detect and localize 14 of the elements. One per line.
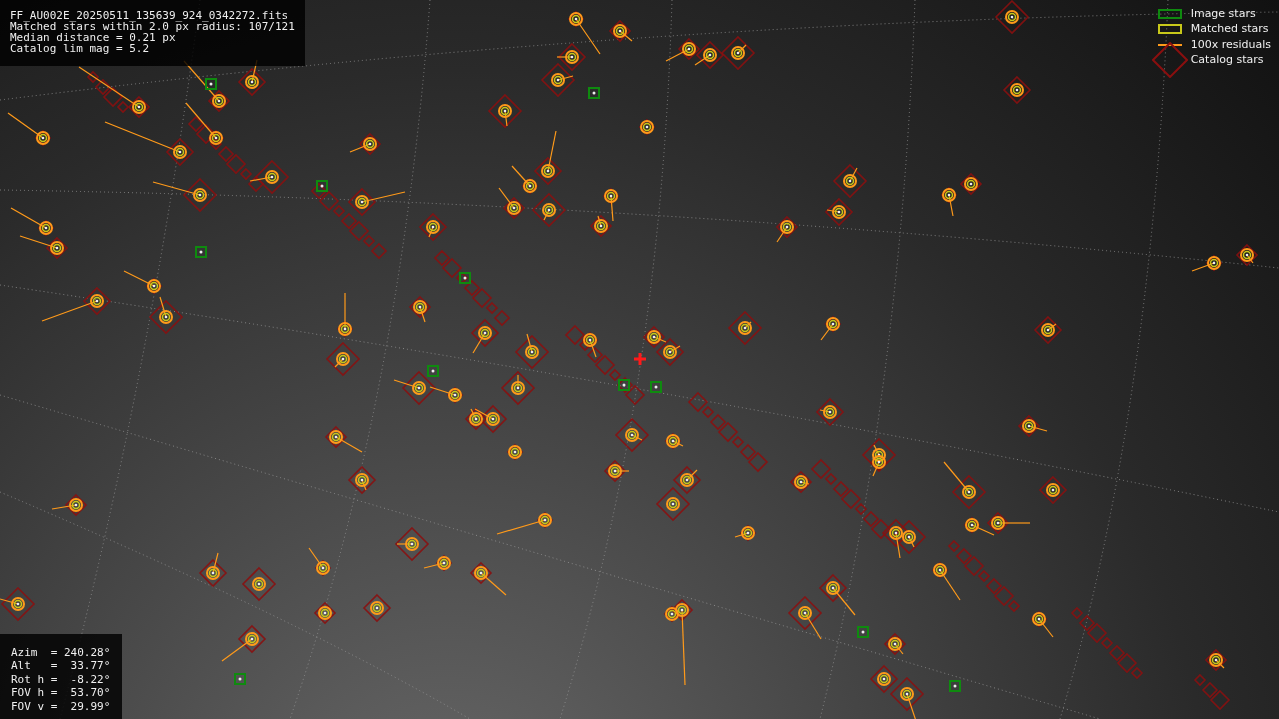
legend-label: Matched stars [1190,21,1269,37]
legend-label: Image stars [1190,5,1256,22]
pointing-line: FOV h = 53.70° [11,686,111,700]
info-line: Median distance = 0.21 px [10,32,176,43]
info-line: Catalog lim mag = 5.2 [10,43,150,54]
pointing-line: Alt = 33.77° [11,659,111,673]
pointing-line: Azim = 240.28° [11,645,111,659]
pointing-line: Rot h = -8.22° [11,672,111,686]
crosshair-icon [632,351,648,367]
info-line: Matched stars within 2.0 px radius: 107/121 [10,21,295,32]
pointing-line: FOV v = 29.99° [11,699,111,713]
legend-label: 100x residuals [1190,36,1271,53]
info-line: FF_AU002E_20250511_135639_924_0342272.fits [10,10,289,21]
legend-label: Catalog stars [1190,52,1264,68]
